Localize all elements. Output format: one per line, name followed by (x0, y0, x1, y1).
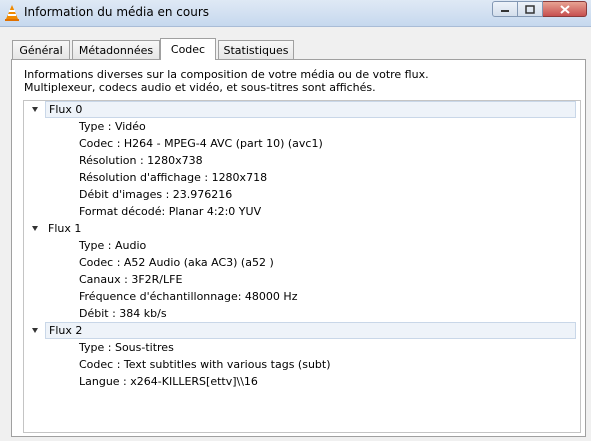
close-button[interactable] (543, 1, 587, 17)
stream-label: Flux 0 (49, 103, 83, 116)
tab-label: Général (19, 43, 63, 57)
tree-item: Résolution : 1280x738 (79, 154, 203, 167)
tree-item: Fréquence d'échantillonnage: 48000 Hz (79, 290, 298, 303)
tree-item: Codec : Text subtitles with various tags… (79, 358, 331, 371)
stream-label: Flux 2 (49, 324, 83, 337)
codec-panel: Informations diverses sur la composition… (11, 59, 586, 437)
tree-item: Codec : A52 Audio (aka AC3) (a52 ) (79, 256, 274, 269)
maximize-icon (525, 4, 535, 14)
tree-item: Codec : H264 - MPEG-4 AVC (part 10) (avc… (79, 137, 323, 150)
tree-item: Format décodé: Planar 4:2:0 YUV (79, 205, 262, 218)
panel-description: Informations diverses sur la composition… (24, 68, 429, 94)
tab-label: Codec (170, 43, 206, 56)
window-controls (492, 1, 587, 17)
codec-tree[interactable]: Flux 0 Type : Vidéo Codec : H264 - MPEG-… (23, 100, 581, 433)
tree-item: Type : Vidéo (79, 120, 146, 133)
close-icon (559, 4, 570, 14)
tree-item: Résolution d'affichage : 1280x718 (79, 171, 268, 184)
tree-item: Débit : 384 kb/s (79, 307, 167, 320)
tree-item: Canaux : 3F2R/LFE (79, 273, 183, 286)
vlc-cone-icon (5, 5, 19, 21)
description-line-2: Multiplexeur, codecs audio et vidéo, et … (24, 81, 376, 94)
title-bar: Information du média en cours (0, 0, 591, 27)
tab-statistics[interactable]: Statistiques (218, 40, 294, 59)
tab-label: Métadonnées (78, 43, 154, 57)
tab-general[interactable]: Général (12, 40, 70, 59)
expand-arrow-icon[interactable] (32, 226, 38, 231)
tree-item: Type : Audio (79, 239, 147, 252)
expand-arrow-icon[interactable] (32, 107, 38, 112)
tree-stream-1[interactable]: Flux 1 (48, 220, 81, 237)
expand-arrow-icon[interactable] (32, 328, 38, 333)
tab-metadata[interactable]: Métadonnées (72, 40, 160, 59)
tab-codec[interactable]: Codec (160, 38, 216, 60)
tree-stream-2[interactable]: Flux 2 (45, 322, 576, 339)
description-line-1: Informations diverses sur la composition… (24, 68, 429, 81)
minimize-icon (501, 10, 509, 12)
minimize-button[interactable] (492, 1, 518, 17)
maximize-button[interactable] (518, 1, 543, 17)
tree-item: Débit d'images : 23.976216 (79, 188, 233, 201)
tree-stream-0[interactable]: Flux 0 (45, 101, 576, 118)
tab-label: Statistiques (223, 43, 289, 57)
tree-item: Langue : x264-KILLERS[ettv]\\16 (79, 375, 258, 388)
stream-label: Flux 1 (48, 222, 82, 235)
tree-item: Type : Sous-titres (79, 341, 174, 354)
window-title: Information du média en cours (24, 5, 210, 19)
